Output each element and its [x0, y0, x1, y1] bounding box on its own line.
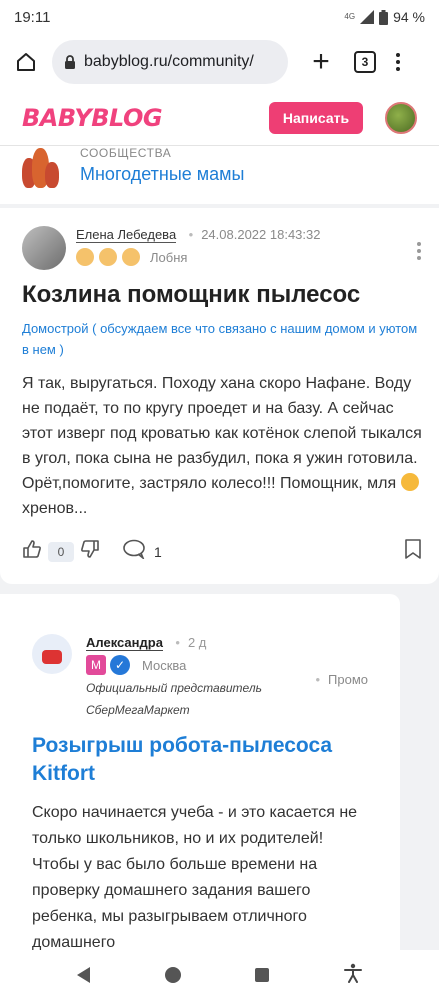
url-text: babyblog.ru/community/: [84, 53, 254, 70]
post-date: 24.08.2022 18:43:32: [189, 227, 321, 242]
post-text-end: хренов...: [22, 500, 88, 517]
back-icon[interactable]: [77, 967, 91, 983]
status-time: 19:11: [14, 8, 51, 26]
verified-icon: ✓: [110, 655, 130, 675]
post-card: Елена Лебедева 24.08.2022 18:43:32 Лобня…: [0, 208, 439, 584]
author-name-link[interactable]: Елена Лебедева: [76, 227, 177, 243]
promo-author-avatar[interactable]: [32, 634, 72, 674]
like-count: 0: [48, 541, 74, 562]
site-header: BABYBLOG Написать: [0, 90, 439, 146]
angry-emoji-icon: [400, 473, 419, 491]
comment-icon[interactable]: [122, 539, 146, 564]
write-button[interactable]: Написать: [269, 101, 363, 134]
community-header: СООБЩЕСТВА Многодетные мамы: [0, 146, 439, 204]
community-logo: [22, 146, 66, 188]
more-icon[interactable]: [417, 242, 421, 260]
child-badge-icon: [76, 248, 94, 266]
network-type: 4G: [344, 12, 356, 21]
post-body: Я так, выругаться. Походу хана скоро Наф…: [22, 371, 422, 521]
promo-label: Промо: [315, 672, 368, 687]
browser-toolbar: babyblog.ru/community/ + 3: [0, 34, 439, 90]
post-text: Я так, выругаться. Походу хана скоро Наф…: [22, 375, 422, 492]
comment-count: 1: [154, 543, 162, 560]
lock-icon: [64, 55, 76, 69]
author-location: Лобня: [150, 249, 188, 265]
user-avatar[interactable]: [385, 101, 417, 134]
megamarket-badge-icon: М: [86, 655, 106, 675]
battery-icon: [379, 9, 389, 25]
promo-time: 2 д: [175, 635, 206, 650]
post-actions: 0 1: [22, 538, 422, 565]
promo-badges: М ✓ Москва: [86, 655, 286, 675]
post-category-link[interactable]: Домострой ( обсуждаем все что связано с …: [22, 318, 422, 360]
thumb-up-icon[interactable]: [22, 539, 42, 564]
promo-author-name-link[interactable]: Александра: [86, 635, 163, 651]
signal-icon: [360, 10, 375, 24]
recents-icon[interactable]: [255, 968, 270, 982]
address-bar[interactable]: babyblog.ru/community/: [52, 40, 288, 84]
promo-title[interactable]: Розыгрыш робота-пылесоса Kitfort: [32, 732, 352, 788]
menu-icon[interactable]: [396, 53, 400, 71]
promo-location: Москва: [142, 657, 187, 673]
community-name-link[interactable]: Многодетные мамы: [80, 164, 244, 185]
plus-icon[interactable]: +: [306, 47, 336, 77]
battery-level: 94 %: [393, 9, 425, 25]
child-badge-icon: [122, 248, 140, 266]
author-avatar[interactable]: [22, 226, 66, 270]
promo-body: Скоро начинается учеба - и это касается …: [32, 804, 358, 951]
author-badges: Лобня: [76, 248, 320, 266]
status-bar: 19:11 4G 94 %: [0, 0, 439, 34]
home-icon[interactable]: [8, 44, 44, 80]
promo-representative: Официальный представитель СберМегаМаркет: [86, 681, 262, 717]
tabs-icon[interactable]: 3: [354, 51, 376, 73]
community-section-label: СООБЩЕСТВА: [80, 146, 172, 160]
child-badge-icon: [99, 248, 117, 266]
home-circle-icon[interactable]: [164, 967, 181, 983]
bookmark-icon[interactable]: [404, 538, 422, 565]
post-title[interactable]: Козлина помощник пылесос: [22, 281, 422, 309]
accessibility-icon[interactable]: [343, 963, 362, 988]
system-nav-bar: [0, 950, 439, 1000]
babyblog-logo[interactable]: BABYBLOG: [22, 104, 269, 132]
promo-card: Александра 2 д М ✓ Москва Официальный пр…: [0, 594, 400, 954]
post-author: Елена Лебедева 24.08.2022 18:43:32 Лобня: [22, 226, 422, 270]
thumb-down-icon[interactable]: [80, 539, 100, 564]
status-indicators: 4G 94 %: [344, 9, 425, 25]
